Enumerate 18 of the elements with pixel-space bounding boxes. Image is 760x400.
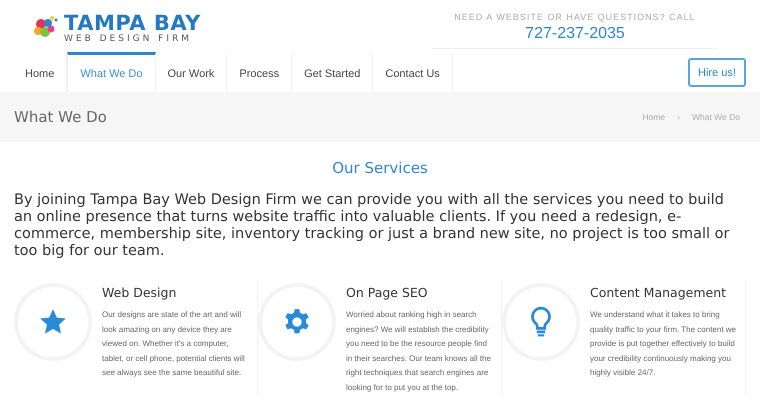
service-description: Our designs are state of the art and will look amazing on any device they are viewed on. Whether it's a computer, tablet, or cell phone, potential clients will see always see the same beautiful site. [102,309,246,379]
section-title: Our Services [331,159,429,177]
hire-button[interactable]: Hire us! [688,58,746,87]
service-title: Web Design [102,285,178,300]
lightbulb-icon [528,306,554,338]
intro-paragraph: By joining Tampa Bay Web Design Firm we can provide you with all the services you need to build an online presence that turns website traffic into valuable clients. If you need a redesign, e-commerce, membership site, inventory tracking or just a brand new site, no project is too small or too big for our team. [14,192,731,260]
service-title: Content Management [590,285,728,300]
logo-title: TAMPA BAY [64,12,201,34]
phone-number: 727-237-2035 [525,25,625,43]
star-icon [39,308,67,336]
service-description: We understand what it takes to bring quality traffic to your firm. The content we provide is put together effectively to build your credibility continuously making you highly visible 24/7. [590,309,737,379]
breadcrumb-separator: › [677,112,680,122]
logo-subtitle: WEB DESIGN FIRM [64,34,194,44]
service-description: Worried about ranking high in search engines? We will establish the credibility you need to be the resource people find in their searches. Our team knows all the right techniques that search engines are looking for to put you at the top. [346,309,492,394]
contact-prompt: NEED A WEBSITE OR HAVE QUESTIONS? CALL [454,12,696,22]
page-title: What We Do [14,108,107,126]
service-title: On Page SEO [346,285,429,300]
gear-icon [283,308,311,336]
